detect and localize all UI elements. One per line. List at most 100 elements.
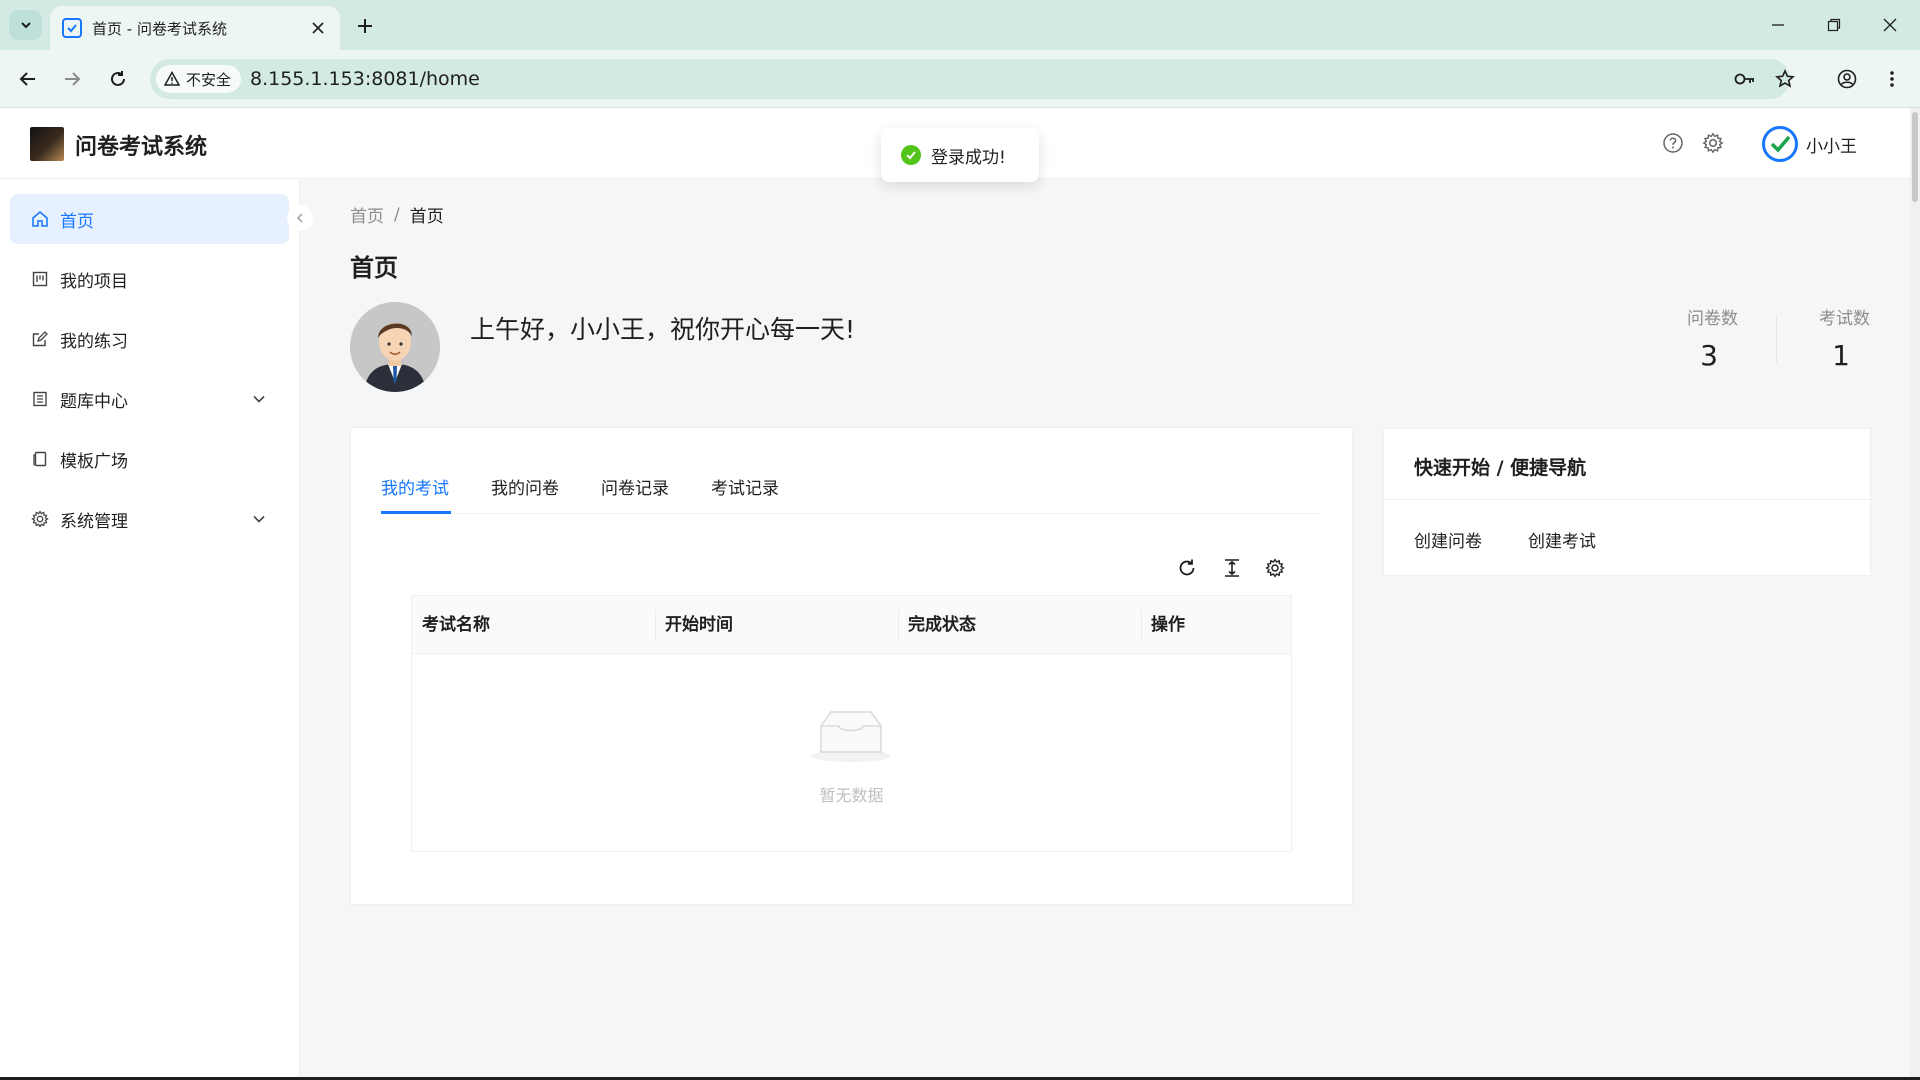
breadcrumb-separator: / <box>394 204 400 225</box>
edit-icon <box>30 329 50 349</box>
account-icon <box>1837 69 1857 89</box>
tab-search-button[interactable] <box>9 10 42 40</box>
page-scrollbar-thumb[interactable] <box>1912 112 1918 202</box>
tab-my-questionnaires[interactable]: 我的问卷 <box>491 474 559 499</box>
sidebar-item-label: 题库中心 <box>60 391 128 412</box>
column-header-actions: 操作 <box>1151 615 1185 635</box>
stat-value: 3 <box>1700 339 1718 372</box>
sidebar-item-system-admin[interactable]: 系统管理 <box>10 494 289 544</box>
sidebar-item-home[interactable]: 首页 <box>10 194 289 244</box>
gear-icon <box>1702 132 1724 154</box>
stat-divider <box>1776 315 1777 363</box>
security-indicator[interactable]: 不安全 <box>156 65 242 93</box>
sidebar-item-template-square[interactable]: 模板广场 <box>10 434 289 484</box>
create-exam-link[interactable]: 创建考试 <box>1528 527 1596 552</box>
sidebar-item-question-bank[interactable]: 题库中心 <box>10 374 289 424</box>
reload-icon <box>1179 559 1195 576</box>
arrow-right-icon <box>65 72 81 86</box>
login-success-toast: 登录成功! <box>881 128 1039 182</box>
forward-button[interactable] <box>57 64 87 94</box>
tab-title: 首页 - 问卷考试系统 <box>92 19 227 38</box>
reload-icon <box>111 71 125 86</box>
stat-value: 1 <box>1832 339 1850 372</box>
book-icon <box>30 389 50 409</box>
question-circle-icon <box>1663 133 1683 153</box>
home-icon <box>30 209 50 229</box>
star-icon <box>1775 69 1795 88</box>
records-card: 我的考试 我的问卷 问卷记录 考试记录 考试名称 开始时间 完成状态 操作 暂无… <box>350 427 1353 905</box>
stat-label: 问卷数 <box>1687 309 1738 329</box>
browser-tab[interactable]: 首页 - 问卷考试系统 <box>50 6 340 50</box>
chevron-left-icon <box>297 213 303 223</box>
quick-nav-title: 快速开始 / 便捷导航 <box>1414 457 1587 479</box>
new-tab-button[interactable] <box>352 13 378 39</box>
questionnaire-count-stat: 问卷数 3 <box>1680 304 1738 372</box>
restore-button[interactable] <box>1814 10 1854 40</box>
chevron-down-icon[interactable] <box>249 509 269 529</box>
tab-favicon-icon <box>62 18 82 38</box>
minimize-icon <box>1772 24 1784 26</box>
restore-icon <box>1827 18 1841 32</box>
column-height-button[interactable] <box>1218 554 1246 582</box>
exam-count-stat: 考试数 1 <box>1812 304 1870 372</box>
tab-exam-records[interactable]: 考试记录 <box>711 474 779 499</box>
user-name[interactable]: 小小王 <box>1806 132 1857 157</box>
tab-questionnaire-records[interactable]: 问卷记录 <box>601 474 669 499</box>
sidebar-item-label: 我的项目 <box>60 271 128 292</box>
more-vertical-icon <box>1890 71 1894 87</box>
plus-icon <box>358 19 372 33</box>
column-header-status: 完成状态 <box>908 615 976 635</box>
app-logo[interactable] <box>30 127 64 161</box>
close-icon <box>1883 18 1897 32</box>
empty-text: 暂无数据 <box>819 786 884 805</box>
url-text[interactable]: 8.155.1.153:8081/home <box>250 59 480 99</box>
tab-list: 我的考试 我的问卷 问卷记录 考试记录 <box>381 462 1321 514</box>
user-avatar[interactable] <box>1762 126 1798 162</box>
page-scrollbar-track[interactable] <box>1910 108 1920 1080</box>
address-bar[interactable]: 不安全 8.155.1.153:8081/home <box>150 59 1795 99</box>
table-settings-button[interactable] <box>1261 554 1289 582</box>
key-icon <box>1734 73 1754 85</box>
sidebar-item-my-projects[interactable]: 我的项目 <box>10 254 289 304</box>
password-key-button[interactable] <box>1730 64 1760 94</box>
chevron-down-icon <box>20 22 31 29</box>
sidebar-item-my-practice[interactable]: 我的练习 <box>10 314 289 364</box>
bookmark-button[interactable] <box>1770 64 1800 94</box>
toast-message: 登录成功! <box>931 147 1006 168</box>
minimize-button[interactable] <box>1758 10 1798 40</box>
breadcrumb-root[interactable]: 首页 <box>350 202 384 227</box>
page-title: 首页 <box>350 254 398 282</box>
reload-button[interactable] <box>103 64 133 94</box>
refresh-button[interactable] <box>1173 554 1201 582</box>
browser-menu-button[interactable] <box>1877 64 1907 94</box>
warning-icon <box>164 71 180 86</box>
breadcrumb: 首页 / 首页 <box>350 202 444 228</box>
close-window-button[interactable] <box>1870 10 1910 40</box>
stat-label: 考试数 <box>1819 309 1870 329</box>
sidebar: 首页 我的项目 我的练习 题库中心 模板广场 系统管理 <box>0 179 300 1080</box>
chevron-down-icon[interactable] <box>249 389 269 409</box>
sidebar-item-label: 系统管理 <box>60 511 128 532</box>
arrow-left-icon <box>19 72 35 86</box>
gear-icon <box>30 509 50 529</box>
sidebar-item-label: 模板广场 <box>60 451 128 472</box>
security-label: 不安全 <box>186 70 232 89</box>
profile-button[interactable] <box>1832 64 1862 94</box>
sidebar-collapse-button[interactable] <box>287 205 313 231</box>
back-button[interactable] <box>13 64 43 94</box>
breadcrumb-current: 首页 <box>409 207 444 227</box>
tab-close-icon[interactable] <box>308 18 328 38</box>
app-title[interactable]: 问卷考试系统 <box>75 129 207 161</box>
active-tab-indicator <box>381 511 451 514</box>
browser-tab-bar: 首页 - 问卷考试系统 <box>0 0 1920 50</box>
exam-table: 考试名称 开始时间 完成状态 操作 暂无数据 <box>411 595 1292 852</box>
help-button[interactable] <box>1660 130 1686 156</box>
gear-icon <box>1265 558 1285 578</box>
tab-my-exams[interactable]: 我的考试 <box>381 474 449 499</box>
sidebar-item-label: 首页 <box>60 211 94 232</box>
column-header-exam-name: 考试名称 <box>422 615 490 635</box>
settings-button[interactable] <box>1700 130 1726 156</box>
create-questionnaire-link[interactable]: 创建问卷 <box>1414 527 1482 552</box>
check-logo-icon <box>1770 135 1791 153</box>
column-height-icon <box>1225 559 1239 577</box>
